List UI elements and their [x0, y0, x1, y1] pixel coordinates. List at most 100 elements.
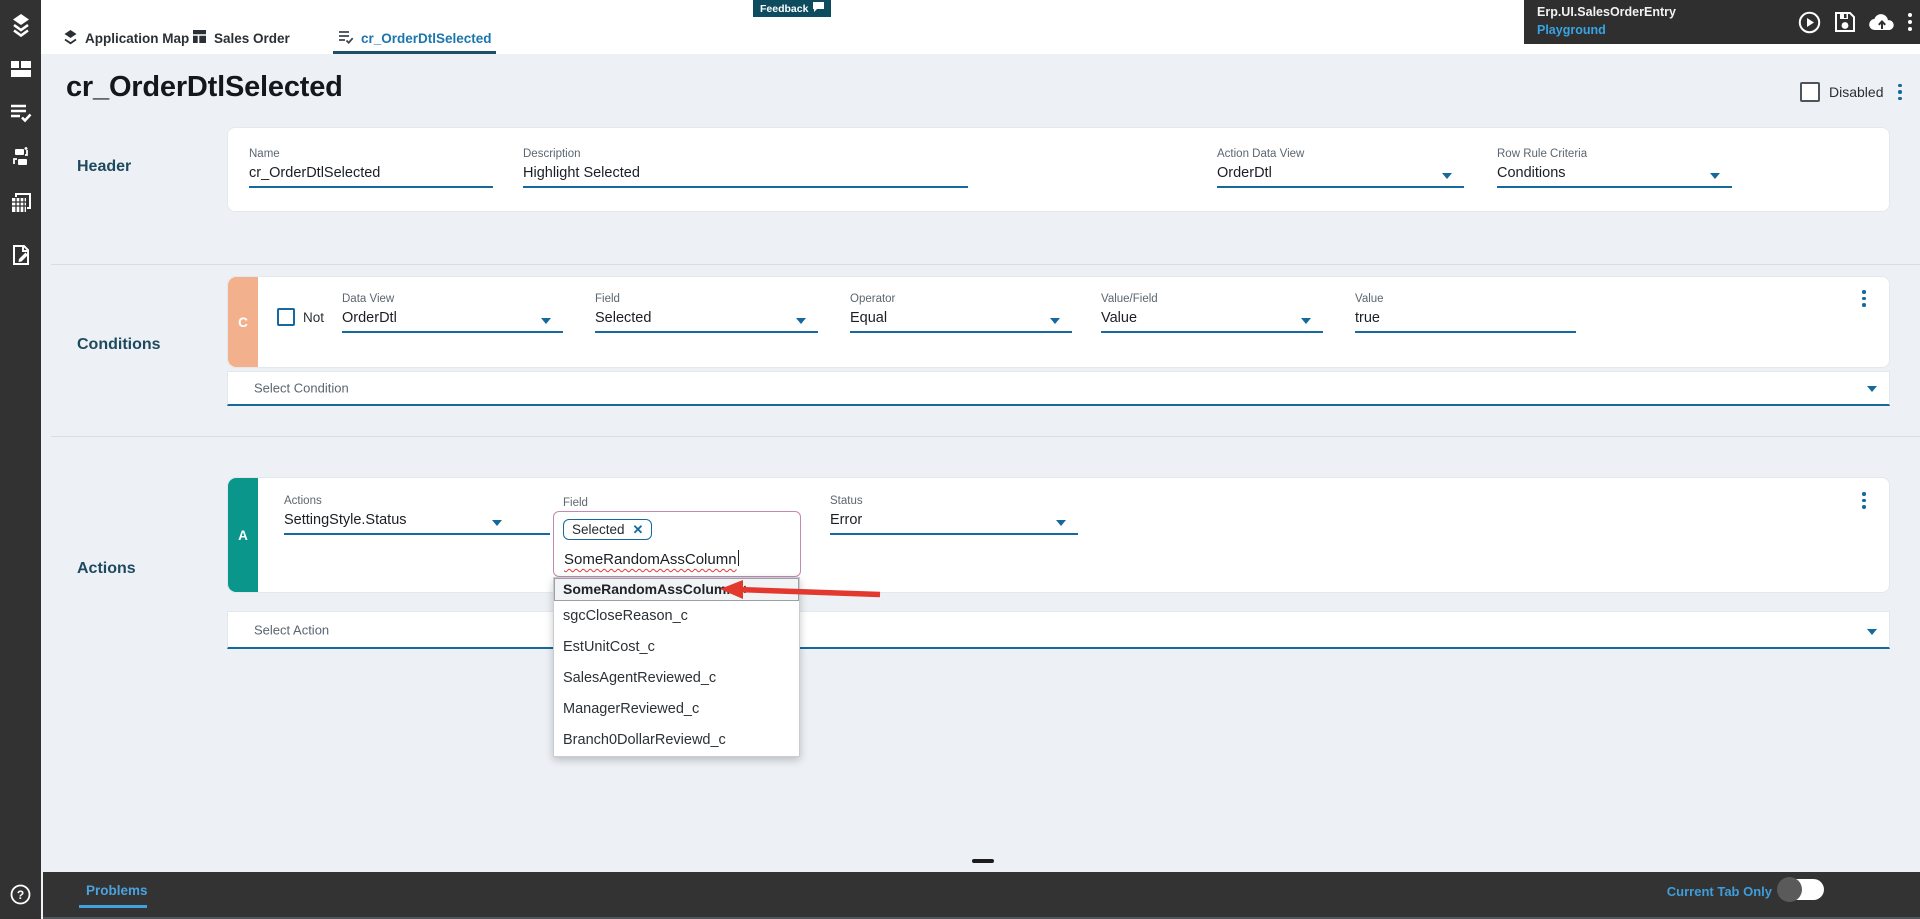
field-value: OrderDtl: [1217, 165, 1272, 181]
tab-cr-orderdtlselected[interactable]: cr_OrderDtlSelected: [338, 26, 492, 50]
field-label: Row Rule Criteria: [1497, 148, 1588, 160]
tab-label: cr_OrderDtlSelected: [361, 30, 492, 46]
data-view-dropdown[interactable]: Data View OrderDtl: [342, 293, 563, 333]
list-check-icon[interactable]: [0, 96, 41, 130]
actions-dropdown[interactable]: Actions SettingStyle.Status: [284, 495, 550, 535]
tab-application-map[interactable]: Application Map: [63, 26, 189, 50]
field-value: Highlight Selected: [523, 165, 640, 181]
tab-sales-order[interactable]: Sales Order: [192, 26, 290, 50]
not-control: Not: [277, 308, 324, 326]
condition-field-dropdown[interactable]: Field Selected: [595, 293, 818, 333]
chevron-down-icon[interactable]: [492, 520, 502, 526]
layers-icon[interactable]: [0, 8, 41, 42]
field-value: Value: [1101, 310, 1138, 326]
dropdown-option[interactable]: Branch0DollarReviewd_c: [554, 725, 799, 756]
page-title: cr_OrderDtlSelected: [66, 71, 343, 103]
feedback-button[interactable]: Feedback: [753, 0, 832, 17]
svg-text:?: ?: [17, 888, 24, 902]
description-field[interactable]: Description Highlight Selected: [523, 148, 968, 188]
field-value: true: [1355, 310, 1380, 326]
dropdown-option[interactable]: ManagerReviewed_c: [554, 694, 799, 725]
field-label: Field: [563, 497, 588, 509]
selected-chip: Selected ✕: [563, 519, 653, 540]
chevron-down-icon[interactable]: [796, 318, 806, 324]
disabled-control: Disabled: [1800, 80, 1902, 104]
action-data-view-dropdown[interactable]: Action Data View OrderDtl: [1217, 148, 1464, 188]
bottom-panel: Problems Current Tab Only: [41, 872, 1920, 919]
chevron-down-icon[interactable]: [1442, 173, 1452, 179]
chevron-down-icon[interactable]: [1710, 173, 1720, 179]
problems-tab-underline: [79, 905, 147, 908]
edit-document-icon[interactable]: [0, 238, 41, 272]
action-badge: A: [228, 478, 258, 592]
field-value: Error: [830, 512, 863, 528]
condition-kebab-menu-icon[interactable]: [1862, 290, 1866, 307]
field-value: Equal: [850, 310, 888, 326]
field-label: Action Data View: [1217, 148, 1305, 160]
current-tab-only-toggle[interactable]: [1777, 877, 1824, 902]
layout-grid-icon: [192, 29, 207, 47]
field-label: Value/Field: [1101, 293, 1158, 305]
field-options-dropdown: SomeRandomAssColumn + sgcCloseReason_c Es…: [553, 577, 800, 757]
chat-bubble-icon: [813, 2, 825, 15]
title-kebab-menu-icon[interactable]: [1898, 83, 1902, 101]
app-window: ? Application Map Sales Order cr_OrderDt…: [0, 0, 1920, 919]
select-action-bar[interactable]: Select Action: [227, 611, 1890, 649]
condition-badge: C: [228, 277, 258, 367]
tab-problems[interactable]: Problems: [86, 883, 148, 898]
project-name: Erp.UI.SalesOrderEntry: [1537, 5, 1676, 19]
dropdown-option-add[interactable]: SomeRandomAssColumn +: [554, 578, 799, 601]
dropdown-option[interactable]: SalesAgentReviewed_c: [554, 663, 799, 694]
value-input[interactable]: Value true: [1355, 293, 1576, 333]
chevron-down-icon[interactable]: [1056, 520, 1066, 526]
remove-chip-icon[interactable]: ✕: [633, 523, 644, 536]
chevron-down-icon[interactable]: [1050, 318, 1060, 324]
field-value: OrderDtl: [342, 310, 397, 326]
play-icon[interactable]: [1798, 11, 1821, 34]
left-sidebar: ?: [0, 0, 41, 919]
chip-label: Selected: [572, 522, 625, 537]
help-icon[interactable]: ?: [0, 877, 41, 911]
tab-label: Application Map: [85, 30, 190, 46]
page-layout-icon[interactable]: [0, 52, 41, 86]
disabled-label: Disabled: [1829, 84, 1884, 100]
disabled-checkbox[interactable]: [1800, 82, 1820, 102]
dropdown-option[interactable]: sgcCloseReason_c: [554, 601, 799, 632]
field-label: Field: [595, 293, 620, 305]
panel-resize-handle[interactable]: [972, 859, 994, 863]
chevron-down-icon[interactable]: [1867, 629, 1877, 635]
kebab-menu-icon[interactable]: [1908, 13, 1912, 31]
tables-icon[interactable]: [0, 186, 41, 220]
chevron-down-icon[interactable]: [1301, 318, 1311, 324]
project-info-block: Erp.UI.SalesOrderEntry Playground: [1524, 0, 1920, 44]
top-bar: Application Map Sales Order cr_OrderDtlS…: [41, 0, 1920, 54]
action-kebab-menu-icon[interactable]: [1862, 492, 1866, 509]
name-field[interactable]: Name cr_OrderDtlSelected: [249, 148, 493, 188]
typed-text: SomeRandomAssColumn: [564, 551, 737, 568]
field-label: Data View: [342, 293, 395, 305]
operator-dropdown[interactable]: Operator Equal: [850, 293, 1072, 333]
value-field-dropdown[interactable]: Value/Field Value: [1101, 293, 1323, 333]
field-value: SettingStyle.Status: [284, 512, 407, 528]
field-search-text[interactable]: SomeRandomAssColumn: [564, 550, 740, 568]
tab-label: Sales Order: [214, 30, 290, 46]
field-value: cr_OrderDtlSelected: [249, 165, 381, 181]
list-check-icon: [338, 29, 354, 47]
dropdown-option[interactable]: EstUnitCost_c: [554, 632, 799, 663]
chevron-down-icon[interactable]: [541, 318, 551, 324]
field-label: Actions: [284, 495, 322, 507]
field-label: Status: [830, 495, 863, 507]
cloud-upload-icon[interactable]: [1869, 12, 1895, 32]
chevron-down-icon[interactable]: [1867, 386, 1877, 392]
header-card: Name cr_OrderDtlSelected Description Hig…: [227, 127, 1890, 212]
project-environment[interactable]: Playground: [1537, 23, 1606, 37]
select-condition-bar[interactable]: Select Condition: [227, 371, 1890, 406]
field-multiselect-input[interactable]: Selected ✕ SomeRandomAssColumn: [553, 511, 801, 577]
field-label: Description: [523, 148, 581, 160]
active-tab-underline: [333, 51, 496, 54]
save-icon[interactable]: [1834, 11, 1856, 33]
not-checkbox[interactable]: [277, 308, 295, 326]
flow-icon[interactable]: [0, 140, 41, 174]
row-rule-criteria-dropdown[interactable]: Row Rule Criteria Conditions: [1497, 148, 1732, 188]
status-dropdown[interactable]: Status Error: [830, 495, 1078, 535]
